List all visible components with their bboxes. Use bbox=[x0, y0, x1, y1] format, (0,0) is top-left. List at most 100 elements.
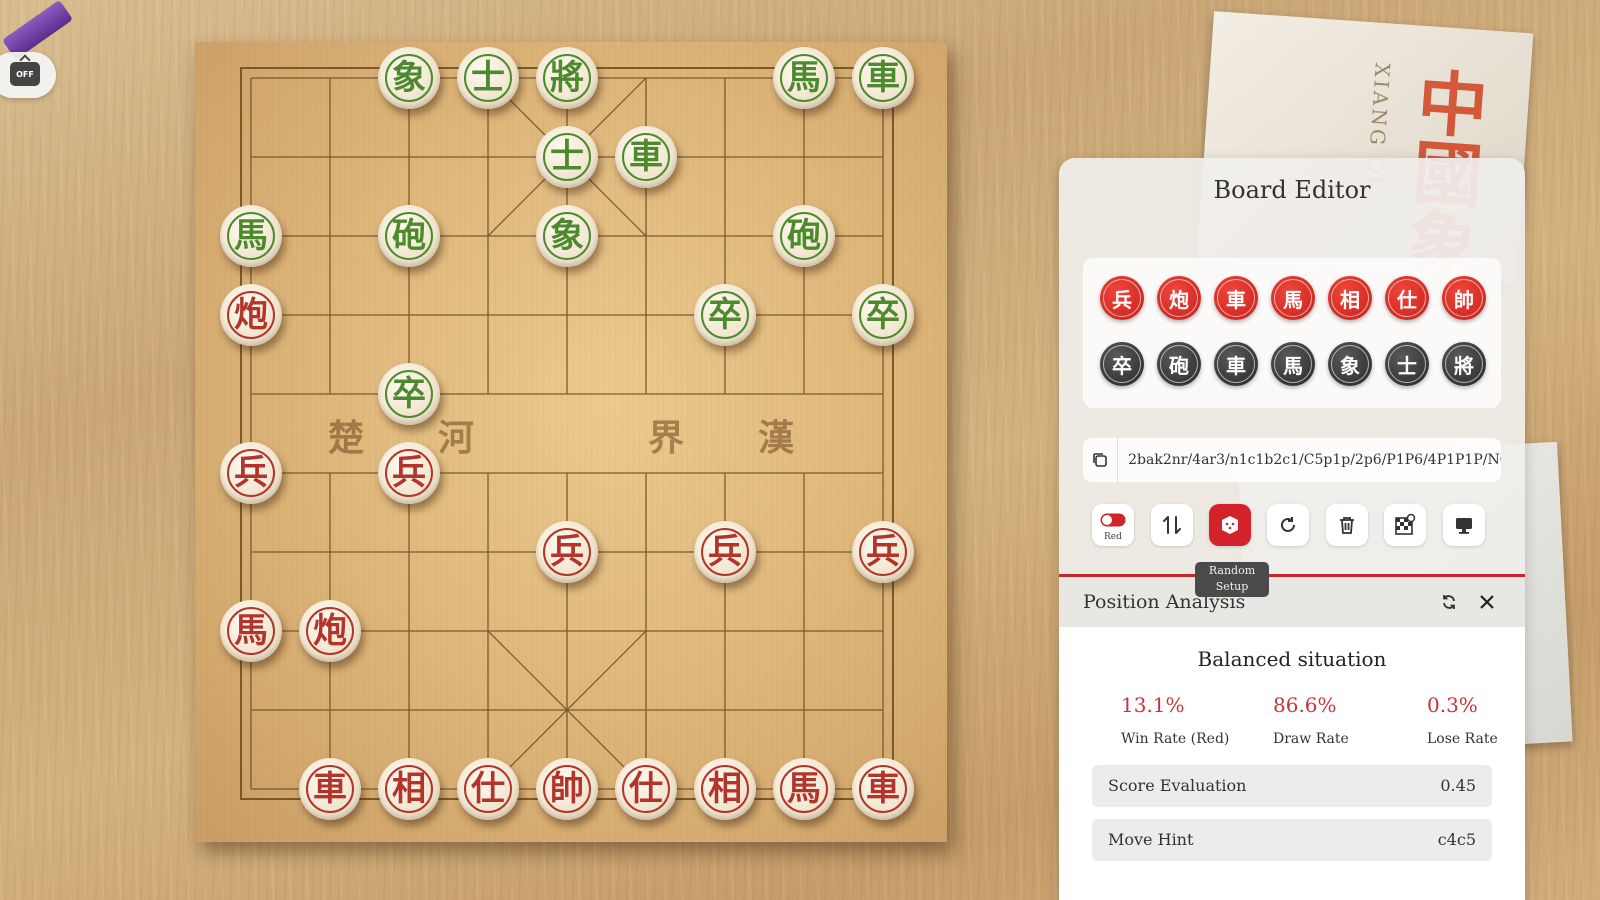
picker-piece-r-0[interactable]: 兵 bbox=[1100, 276, 1144, 320]
picker-piece-b-4[interactable]: 象 bbox=[1328, 342, 1372, 386]
piece-red-22[interactable]: 車 bbox=[299, 758, 361, 820]
fen-field[interactable]: 2bak2nr/4ar3/n1c1b2c1/C5p1p/2p6/P1P6/4P1… bbox=[1083, 438, 1501, 482]
picker-piece-b-3[interactable]: 馬 bbox=[1271, 342, 1315, 386]
flip-board-button[interactable] bbox=[1151, 504, 1193, 546]
xiangqi-board[interactable]: 楚 河 界 漢 象士將馬車士車馬砲象砲炮卒卒卒兵兵兵兵兵馬炮車相仕帥仕相馬車 bbox=[195, 42, 947, 842]
pencil-decoration bbox=[2, 0, 74, 60]
piece-char: 士 bbox=[550, 137, 584, 177]
refresh-analysis-icon[interactable] bbox=[1439, 592, 1459, 612]
piece-char: 炮 bbox=[234, 295, 268, 335]
score-label: Score Evaluation bbox=[1108, 776, 1247, 795]
piece-green-10[interactable]: 砲 bbox=[773, 205, 835, 267]
situation-text: Balanced situation bbox=[1197, 647, 1387, 671]
copy-fen-button[interactable] bbox=[1083, 438, 1119, 482]
piece-char: 兵 bbox=[234, 453, 268, 493]
piece-red-27[interactable]: 相 bbox=[694, 758, 756, 820]
side-toggle-button[interactable]: Red bbox=[1092, 504, 1134, 546]
piece-red-29[interactable]: 車 bbox=[852, 758, 914, 820]
river-char-han: 漢 bbox=[758, 417, 795, 459]
trash-icon bbox=[1340, 517, 1354, 534]
picker-piece-r-2[interactable]: 車 bbox=[1214, 276, 1258, 320]
draw-rate-value: 86.6% bbox=[1273, 693, 1337, 717]
piece-red-19[interactable]: 兵 bbox=[852, 521, 914, 583]
score-evaluation-row: Score Evaluation 0.45 bbox=[1092, 765, 1492, 807]
piece-char: 相 bbox=[708, 769, 742, 809]
piece-char: 兵 bbox=[866, 532, 900, 572]
fen-string[interactable]: 2bak2nr/4ar3/n1c1b2c1/C5p1p/2p6/P1P6/4P1… bbox=[1118, 452, 1501, 468]
piece-char: 車 bbox=[866, 58, 900, 98]
piece-char: 車 bbox=[629, 137, 663, 177]
piece-green-8[interactable]: 砲 bbox=[378, 205, 440, 267]
piece-green-5[interactable]: 士 bbox=[536, 126, 598, 188]
reset-button[interactable] bbox=[1267, 504, 1309, 546]
piece-green-6[interactable]: 車 bbox=[615, 126, 677, 188]
piece-red-17[interactable]: 兵 bbox=[536, 521, 598, 583]
picker-piece-r-4[interactable]: 相 bbox=[1328, 276, 1372, 320]
piece-char: 砲 bbox=[787, 216, 821, 256]
win-rate-value: 13.1% bbox=[1121, 693, 1185, 717]
picker-piece-b-6[interactable]: 將 bbox=[1442, 342, 1486, 386]
piece-green-9[interactable]: 象 bbox=[536, 205, 598, 267]
board-editor-panel: Board Editor 兵炮車馬相仕帥 卒砲車馬象士將 2bak2nr/4ar… bbox=[1059, 158, 1525, 900]
piece-char: 砲 bbox=[392, 216, 426, 256]
picker-piece-r-3[interactable]: 馬 bbox=[1271, 276, 1315, 320]
random-setup-tooltip: Random Setup bbox=[1195, 562, 1269, 597]
piece-green-2[interactable]: 將 bbox=[536, 47, 598, 109]
piece-red-24[interactable]: 仕 bbox=[457, 758, 519, 820]
piece-char: 馬 bbox=[234, 611, 268, 651]
piece-char: 卒 bbox=[708, 295, 742, 335]
tv-off-label: OFF bbox=[16, 69, 34, 79]
analysis-button[interactable] bbox=[1443, 504, 1485, 546]
swap-vertical-icon bbox=[1163, 516, 1181, 534]
piece-green-7[interactable]: 馬 bbox=[220, 205, 282, 267]
piece-red-26[interactable]: 仕 bbox=[615, 758, 677, 820]
picker-piece-r-5[interactable]: 仕 bbox=[1385, 276, 1429, 320]
piece-char: 馬 bbox=[234, 216, 268, 256]
piece-char: 卒 bbox=[392, 374, 426, 414]
analysis-header: Position Analysis bbox=[1059, 577, 1525, 627]
piece-green-14[interactable]: 卒 bbox=[378, 363, 440, 425]
piece-red-18[interactable]: 兵 bbox=[694, 521, 756, 583]
piece-red-20[interactable]: 馬 bbox=[220, 600, 282, 662]
close-icon[interactable] bbox=[1478, 593, 1496, 611]
piece-red-25[interactable]: 帥 bbox=[536, 758, 598, 820]
piece-char: 炮 bbox=[313, 611, 347, 651]
lose-rate-label: Lose Rate bbox=[1427, 731, 1498, 747]
piece-char: 馬 bbox=[787, 769, 821, 809]
move-hint-label: Move Hint bbox=[1108, 830, 1194, 849]
piece-green-3[interactable]: 馬 bbox=[773, 47, 835, 109]
picker-piece-b-0[interactable]: 卒 bbox=[1100, 342, 1144, 386]
piece-char: 象 bbox=[550, 216, 584, 256]
move-hint-row[interactable]: Move Hint c4c5 bbox=[1092, 819, 1492, 861]
piece-char: 兵 bbox=[392, 453, 426, 493]
board-style-button[interactable] bbox=[1384, 504, 1426, 546]
lose-rate-value: 0.3% bbox=[1427, 693, 1478, 717]
piece-green-0[interactable]: 象 bbox=[378, 47, 440, 109]
piece-red-23[interactable]: 相 bbox=[378, 758, 440, 820]
piece-red-21[interactable]: 炮 bbox=[299, 600, 361, 662]
piece-char: 仕 bbox=[471, 769, 505, 809]
picker-piece-r-1[interactable]: 炮 bbox=[1157, 276, 1201, 320]
draw-rate-label: Draw Rate bbox=[1273, 731, 1349, 747]
piece-red-28[interactable]: 馬 bbox=[773, 758, 835, 820]
river-char-he: 河 bbox=[438, 417, 475, 459]
random-setup-button[interactable] bbox=[1209, 504, 1251, 546]
tv-toggle[interactable]: OFF bbox=[0, 52, 56, 98]
piece-green-13[interactable]: 卒 bbox=[852, 284, 914, 346]
picker-piece-b-5[interactable]: 士 bbox=[1385, 342, 1429, 386]
piece-green-12[interactable]: 卒 bbox=[694, 284, 756, 346]
piece-red-15[interactable]: 兵 bbox=[220, 442, 282, 504]
piece-green-1[interactable]: 士 bbox=[457, 47, 519, 109]
picker-piece-b-1[interactable]: 砲 bbox=[1157, 342, 1201, 386]
editor-toolbar: Red bbox=[1059, 504, 1525, 574]
picker-piece-b-2[interactable]: 車 bbox=[1214, 342, 1258, 386]
piece-char: 帥 bbox=[550, 769, 584, 809]
piece-char: 士 bbox=[471, 58, 505, 98]
picker-piece-r-6[interactable]: 帥 bbox=[1442, 276, 1486, 320]
piece-green-4[interactable]: 車 bbox=[852, 47, 914, 109]
clear-board-button[interactable] bbox=[1326, 504, 1368, 546]
piece-char: 車 bbox=[866, 769, 900, 809]
piece-red-16[interactable]: 兵 bbox=[378, 442, 440, 504]
piece-char: 車 bbox=[313, 769, 347, 809]
piece-red-11[interactable]: 炮 bbox=[220, 284, 282, 346]
